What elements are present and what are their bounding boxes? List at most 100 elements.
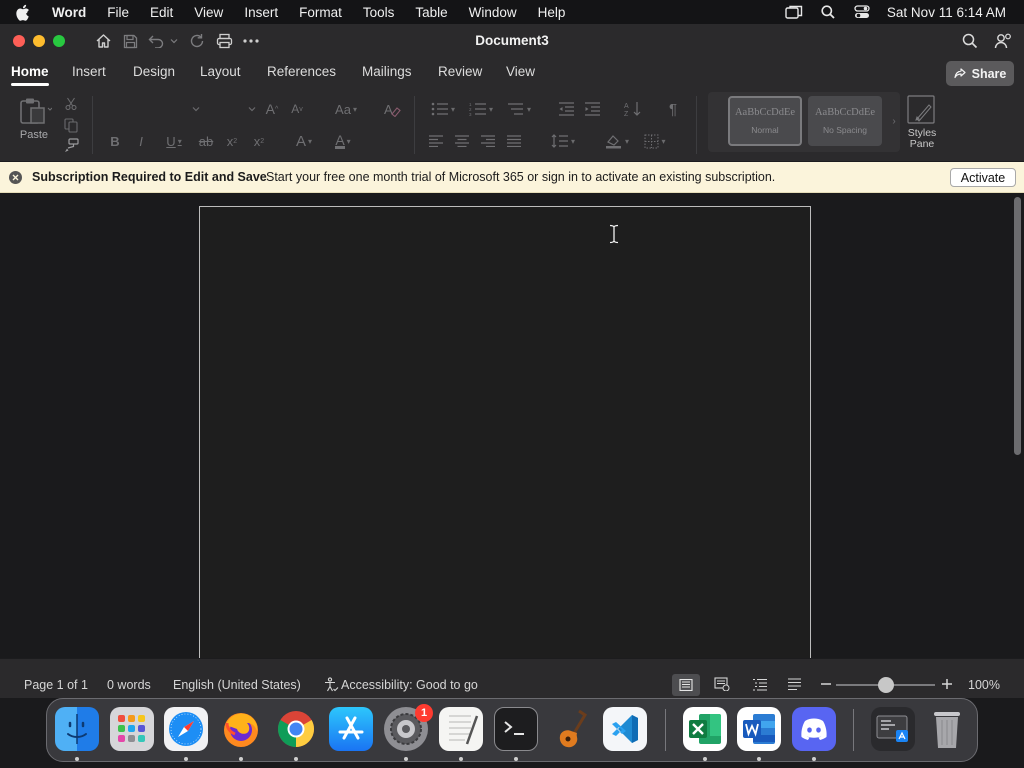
style-no-spacing[interactable]: AaBbCcDdEe No Spacing [808,96,882,146]
menu-view[interactable]: View [184,5,234,20]
close-circle-icon[interactable] [9,171,22,184]
dock-excel-icon[interactable] [683,707,727,751]
menu-edit[interactable]: Edit [140,5,184,20]
accessibility-icon[interactable] [322,676,340,692]
tab-references[interactable]: References [267,64,336,79]
menu-help[interactable]: Help [527,5,576,20]
accessibility-status[interactable]: Accessibility: Good to go [341,678,478,692]
dock-word-icon[interactable] [737,707,781,751]
tab-home[interactable]: Home [11,64,49,86]
tab-review[interactable]: Review [438,64,482,79]
bullets-icon[interactable]: ▾ [426,99,460,119]
menu-window[interactable]: Window [458,5,527,20]
tab-design[interactable]: Design [133,64,175,79]
apple-menu-icon[interactable] [0,4,44,21]
tab-mailings[interactable]: Mailings [362,64,412,79]
cut-icon[interactable] [64,96,78,110]
dock-chrome-icon[interactable] [274,707,318,751]
print-layout-view-icon[interactable] [672,674,700,696]
zoom-slider-thumb[interactable] [878,677,894,693]
font-name-dropdown[interactable] [104,99,200,119]
text-effects-icon[interactable]: A ▾ [287,132,321,150]
dock-discord-icon[interactable] [792,707,836,751]
menu-format[interactable]: Format [289,5,353,20]
print-icon[interactable] [213,30,235,52]
menu-table[interactable]: Table [405,5,458,20]
format-painter-icon[interactable] [63,137,79,153]
home-icon[interactable] [92,30,114,52]
dock-garageband-icon[interactable] [549,707,593,751]
subscript-icon[interactable]: x2 [222,132,242,150]
dock-safari-icon[interactable] [164,707,208,751]
dock-firefox-icon[interactable] [219,707,263,751]
page-count[interactable]: Page 1 of 1 [24,678,88,692]
line-spacing-icon[interactable]: ▾ [545,132,581,150]
dock-finder-icon[interactable] [55,707,99,751]
activate-button[interactable]: Activate [950,168,1016,187]
font-size-dropdown[interactable] [208,99,256,119]
dock-terminal-icon[interactable] [494,707,538,751]
draft-view-icon[interactable] [785,676,803,692]
superscript-icon[interactable]: x2 [249,132,269,150]
increase-font-size-icon[interactable]: A ^ [262,99,282,119]
show-formatting-marks-icon[interactable]: ¶ [663,99,683,119]
underline-icon[interactable]: U ▾ [158,132,190,150]
shading-icon[interactable]: ▾ [600,132,634,150]
fullscreen-window-button[interactable] [53,35,65,47]
menu-file[interactable]: File [97,5,140,20]
borders-icon[interactable]: ▾ [638,132,672,150]
align-left-icon[interactable] [426,132,446,150]
decrease-font-size-icon[interactable]: Av [287,99,307,119]
menubar-clock[interactable]: Sat Nov 11 6:14 AM [879,5,1024,20]
justify-icon[interactable] [504,132,524,150]
font-color-icon[interactable]: A ▾ [326,132,360,150]
language[interactable]: English (United States) [173,678,301,692]
zoom-level[interactable]: 100% [968,678,1000,692]
align-right-icon[interactable] [478,132,498,150]
tab-layout[interactable]: Layout [200,64,241,79]
more-options-icon[interactable] [240,30,262,52]
dock-trash-icon[interactable] [925,707,969,751]
word-count[interactable]: 0 words [107,678,151,692]
zoom-out-icon[interactable] [817,676,835,692]
multilevel-list-icon[interactable]: ▾ [502,99,536,119]
clear-formatting-icon[interactable]: A [381,99,403,119]
paste-icon[interactable] [14,96,56,126]
copy-icon[interactable] [63,117,79,133]
dock-screenshot-icon[interactable] [871,707,915,751]
styles-gallery-next-chevron-icon[interactable]: › [888,114,900,128]
styles-pane-button[interactable]: Styles Pane [902,95,942,159]
increase-indent-icon[interactable] [582,99,602,119]
style-normal[interactable]: AaBbCcDdEe Normal [728,96,802,146]
account-icon[interactable] [992,30,1014,52]
strikethrough-icon[interactable]: ab [196,132,216,150]
tab-insert[interactable]: Insert [72,64,106,79]
menu-app-word[interactable]: Word [44,5,97,20]
align-center-icon[interactable] [452,132,472,150]
close-window-button[interactable] [13,35,25,47]
menu-tools[interactable]: Tools [352,5,405,20]
menu-insert[interactable]: Insert [234,5,289,20]
outline-view-icon[interactable] [751,676,769,692]
zoom-in-icon[interactable] [938,676,956,692]
italic-icon[interactable]: I [133,132,149,150]
screen-mirroring-icon[interactable] [777,5,811,19]
share-button[interactable]: Share [946,61,1014,86]
tab-view[interactable]: View [506,64,535,79]
document-page[interactable] [199,206,811,658]
dock-launchpad-icon[interactable] [110,707,154,751]
undo-dropdown-chevron-icon[interactable] [167,30,181,52]
dock-vscode-icon[interactable] [603,707,647,751]
change-case-icon[interactable]: Aa ▾ [329,99,363,119]
vertical-scrollbar[interactable] [1014,197,1021,455]
save-icon[interactable] [119,30,141,52]
dock-app-store-icon[interactable] [329,707,373,751]
undo-icon[interactable] [146,30,168,52]
dock-textedit-icon[interactable] [439,707,483,751]
minimize-window-button[interactable] [33,35,45,47]
bold-icon[interactable]: B [107,132,123,150]
search-icon[interactable] [959,30,981,52]
redo-icon[interactable] [186,30,208,52]
numbering-icon[interactable]: 1 2 3 ▾ [464,99,498,119]
control-center-icon[interactable] [845,5,879,19]
